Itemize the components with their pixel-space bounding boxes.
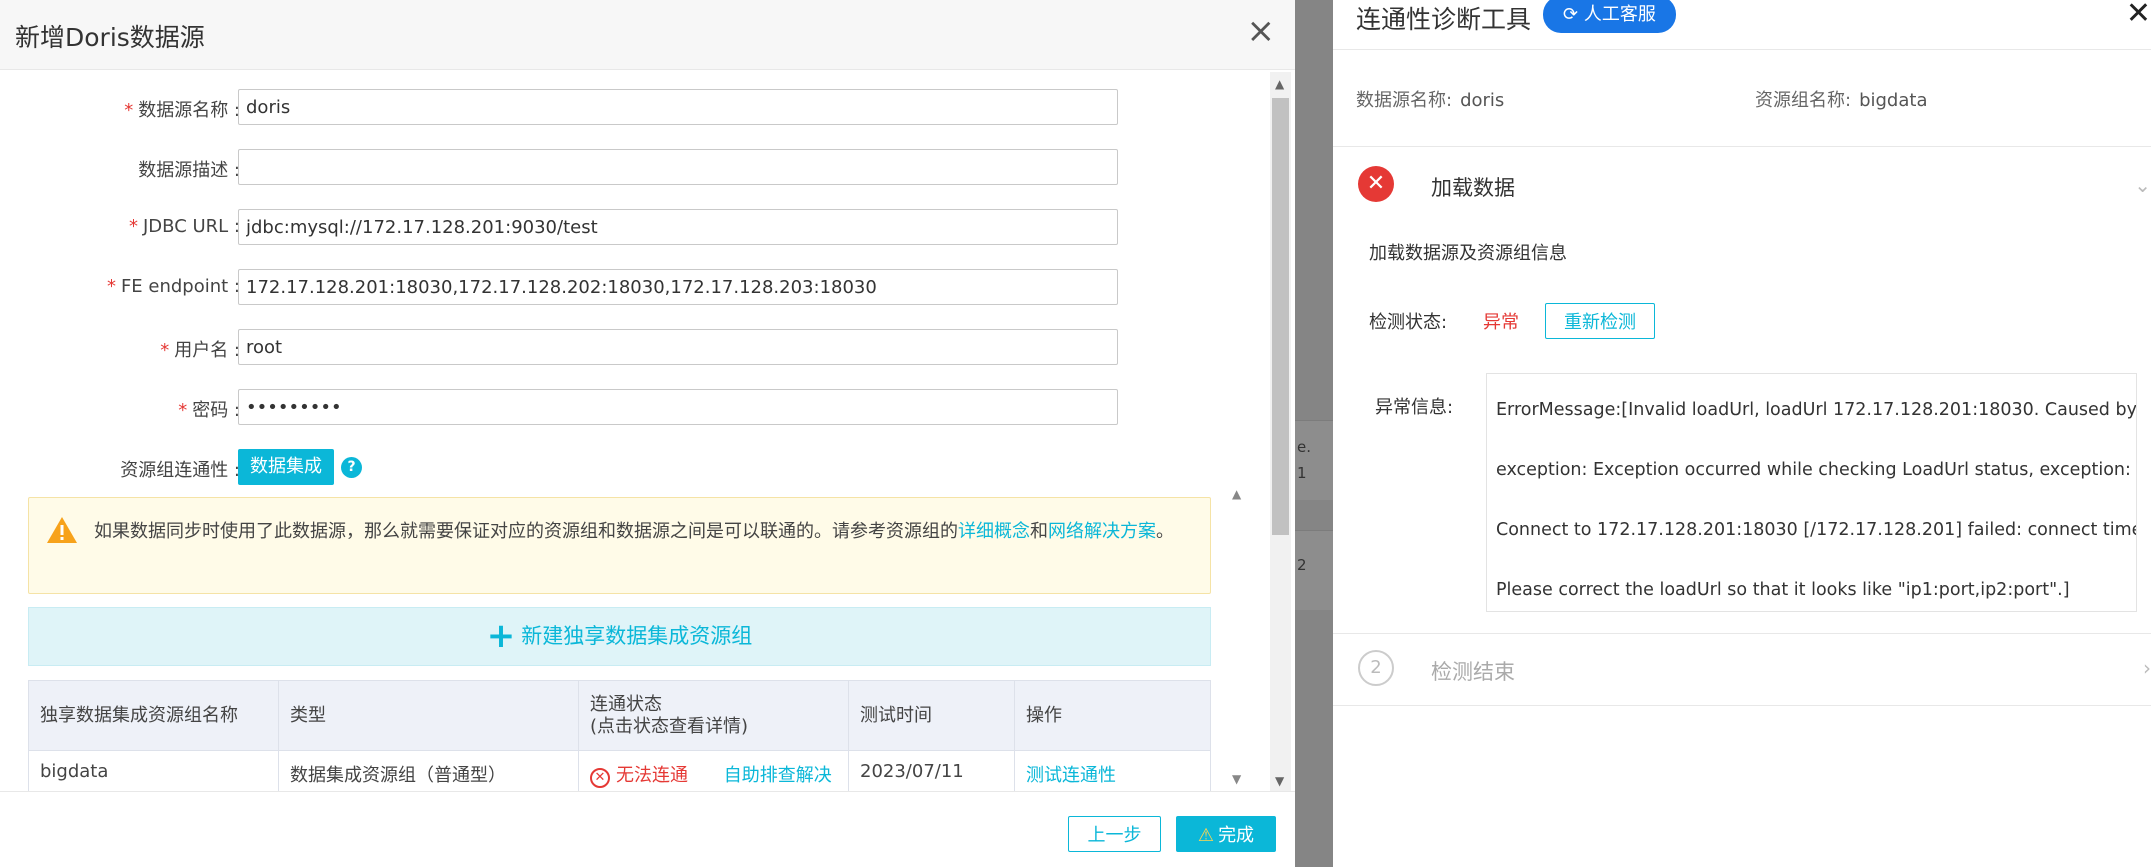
datasource-info: 数据源名称: doris — [1356, 90, 1505, 111]
col-header: 类型 — [278, 680, 579, 751]
error-icon: ✕ — [1358, 166, 1394, 202]
warning-icon — [47, 517, 77, 543]
form-row-connectivity: 资源组连通性 : 数据集成 ? — [0, 449, 1150, 485]
form-row-desc: 数据源描述 : — [0, 149, 1150, 185]
done-button[interactable]: ⚠ 完成 — [1176, 816, 1276, 852]
help-icon[interactable]: ? — [341, 457, 362, 478]
modal-title: 新增Doris数据源 — [15, 23, 205, 52]
step-title: 加载数据 — [1431, 176, 1515, 200]
chevron-down-icon[interactable]: ⌄ — [2134, 173, 2151, 197]
field-label: * 数据源名称 : — [124, 100, 240, 121]
data-integration-button[interactable]: 数据集成 — [238, 449, 334, 485]
step-desc: 加载数据源及资源组信息 — [1369, 243, 1567, 264]
modal-body: *数据源名称 : 数据源描述 : *JDBC URL : *FE endpoin… — [0, 71, 1295, 791]
step-finish: 2 检测结束 › — [1333, 634, 2151, 706]
bg-row — [1295, 420, 1333, 500]
cell-status: ✕ 无法连通 自助排查解决 — [578, 750, 849, 791]
form-row-name: * 数据源名称 : — [0, 89, 1150, 125]
scroll-down-icon[interactable]: ▼ — [1275, 774, 1284, 788]
warning-banner: 如果数据同步时使用了此数据源，那么就需要保证对应的资源组和数据源之间是可以联通的… — [28, 497, 1211, 594]
check-status-label: 检测状态: — [1369, 312, 1448, 333]
error-circle-icon: ✕ — [590, 768, 610, 788]
cell-action: 测试连通性 — [1014, 750, 1211, 791]
drawer-title: 连通性诊断工具 — [1356, 5, 1532, 34]
field-label: * 用户名 : — [160, 340, 240, 361]
resource-group-table: 独享数据集成资源组名称 类型 连通状态 (点击状态查看详情) 测试时间 操作 bi… — [28, 680, 1211, 791]
fe-endpoint-input[interactable] — [238, 269, 1118, 305]
field-label: * FE endpoint : — [106, 276, 240, 297]
form-row-fe: * FE endpoint : — [0, 269, 1150, 305]
warning-text: 如果数据同步时使用了此数据源，那么就需要保证对应的资源组和数据源之间是可以联通的… — [94, 521, 1174, 542]
error-info-label: 异常信息: — [1375, 397, 1454, 418]
scroll-up-icon[interactable]: ▲ — [1232, 487, 1241, 501]
step-title: 检测结束 — [1431, 660, 1515, 684]
scroll-thumb[interactable] — [1272, 98, 1289, 535]
background-page: e. 1 2 — [1295, 0, 1333, 867]
col-header: 独享数据集成资源组名称 — [28, 680, 279, 751]
drawer-header: 连通性诊断工具 ⟳ 人工客服 ✕ — [1333, 0, 2151, 50]
error-line: exception: Exception occurred while chec… — [1496, 460, 2131, 480]
error-line: Connect to 172.17.128.201:18030 [/172.17… — [1496, 520, 2137, 540]
recheck-button[interactable]: 重新检测 — [1545, 303, 1655, 339]
error-message-box: ErrorMessage:[Invalid loadUrl, loadUrl 1… — [1486, 373, 2137, 612]
form-row-user: * 用户名 : — [0, 329, 1150, 365]
col-header: 连通状态 (点击状态查看详情) — [578, 680, 849, 751]
bg-text: e. — [1297, 438, 1311, 456]
warning-icon: ⚠ — [1197, 825, 1215, 846]
refresh-icon: ⟳ — [1563, 4, 1579, 25]
close-icon[interactable]: × — [1247, 14, 1276, 48]
cell-time: 2023/07/11 — [848, 750, 1015, 791]
add-resource-group-button[interactable]: + 新建独享数据集成资源组 — [28, 607, 1211, 666]
password-input[interactable] — [238, 389, 1118, 425]
table-row: bigdata 数据集成资源组（普通型） ✕ 无法连通 自助排查解决 2023/0… — [28, 750, 1211, 791]
diagnosis-drawer: 连通性诊断工具 ⟳ 人工客服 ✕ 数据源名称: doris 资源组名称: bigda… — [1333, 0, 2151, 867]
scroll-up-icon[interactable]: ▲ — [1275, 77, 1284, 91]
prev-step-button[interactable]: 上一步 — [1068, 816, 1161, 852]
field-label: * JDBC URL : — [129, 216, 240, 237]
modal-scrollbar[interactable]: ▲ ▼ — [1270, 72, 1291, 793]
bg-text: 1 — [1297, 464, 1307, 482]
error-line: ErrorMessage:[Invalid loadUrl, loadUrl 1… — [1496, 400, 2137, 420]
col-header: 测试时间 — [848, 680, 1015, 751]
concept-link[interactable]: 详细概念 — [958, 521, 1030, 542]
inner-scrollbar[interactable]: ▲ ▼ — [1230, 487, 1246, 786]
datasource-name-input[interactable] — [238, 89, 1118, 125]
test-connectivity-link[interactable]: 测试连通性 — [1026, 765, 1116, 786]
scroll-down-icon[interactable]: ▼ — [1232, 772, 1241, 786]
username-input[interactable] — [238, 329, 1118, 365]
form-row-jdbc: * JDBC URL : — [0, 209, 1150, 245]
field-label: 资源组连通性 : — [120, 460, 240, 481]
plus-icon: + — [486, 616, 516, 656]
status-fail[interactable]: ✕ 无法连通 — [590, 765, 688, 788]
jdbc-url-input[interactable] — [238, 209, 1118, 245]
col-header: 操作 — [1014, 680, 1211, 751]
check-status-value: 异常 — [1483, 312, 1519, 333]
error-line: Please correct the loadUrl so that it lo… — [1496, 580, 2070, 600]
field-label: 数据源描述 : — [138, 160, 240, 181]
datasource-modal: 新增Doris数据源 × *数据源名称 : 数据源描述 : *JDBC URL … — [0, 0, 1295, 867]
cell-name: bigdata — [28, 750, 279, 791]
cell-type: 数据集成资源组（普通型） — [278, 750, 579, 791]
bg-text: 2 — [1297, 556, 1307, 574]
self-help-link[interactable]: 自助排查解决 — [724, 765, 832, 786]
step-number-icon: 2 — [1358, 650, 1394, 686]
field-label: * 密码 : — [178, 400, 240, 421]
form-row-password: * 密码 : — [0, 389, 1150, 425]
modal-header: 新增Doris数据源 × — [0, 0, 1295, 70]
datasource-desc-input[interactable] — [238, 149, 1118, 185]
chevron-right-icon[interactable]: › — [2143, 656, 2151, 680]
step-load-data: ✕ 加载数据 ⌄ 加载数据源及资源组信息 检测状态: 异常 重新检测 异常信息:… — [1333, 146, 2151, 634]
close-icon[interactable]: ✕ — [2126, 0, 2151, 31]
support-button[interactable]: ⟳ 人工客服 — [1543, 0, 1676, 33]
modal-footer: 上一步 ⚠ 完成 — [0, 791, 1295, 867]
resgroup-info: 资源组名称: bigdata — [1755, 90, 1928, 111]
network-solution-link[interactable]: 网络解决方案 — [1048, 521, 1156, 542]
